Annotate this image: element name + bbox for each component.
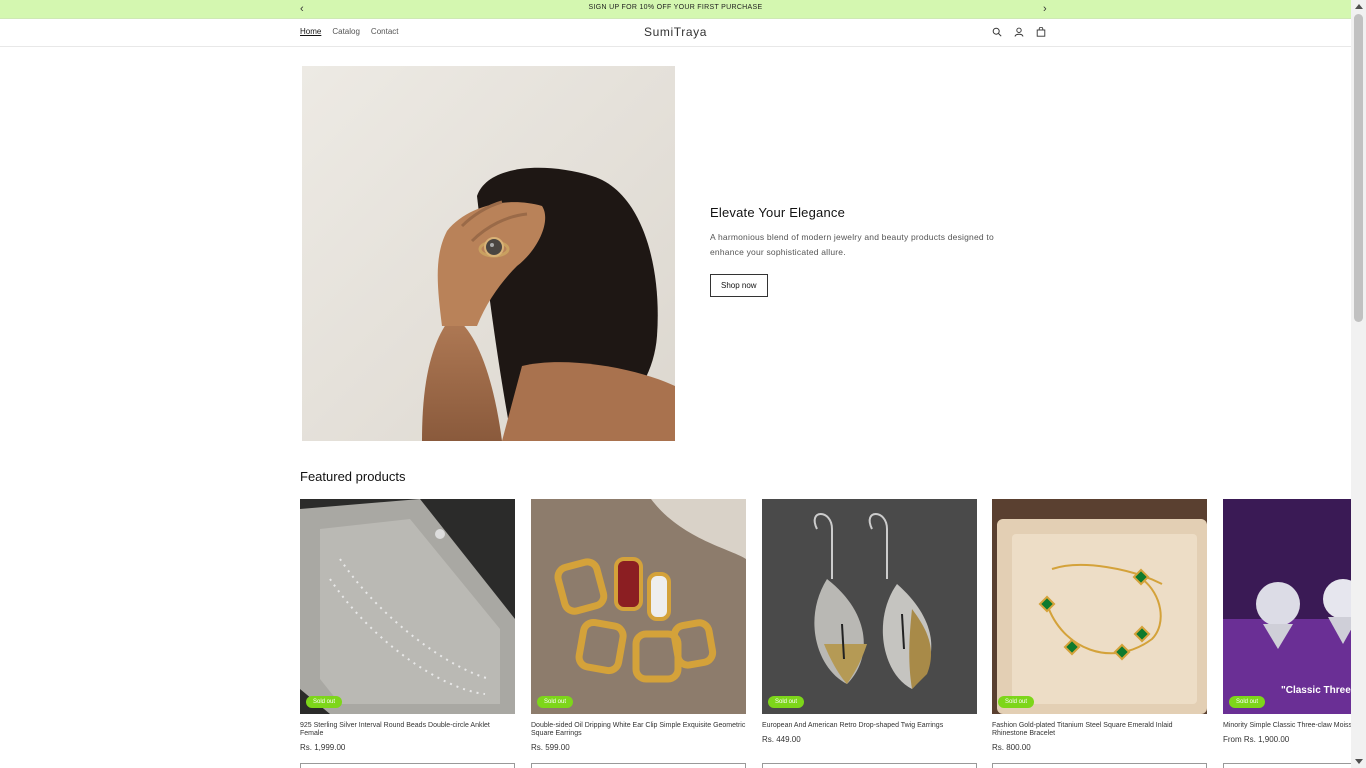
product-image[interactable]: Sold out: [762, 499, 977, 714]
scroll-up-arrow-icon[interactable]: [1355, 4, 1363, 9]
chevron-right-icon[interactable]: ›: [1043, 2, 1047, 16]
add-to-cart-button[interactable]: [762, 763, 977, 768]
product-card[interactable]: Sold out Double-sided Oil Dripping White…: [531, 499, 746, 768]
announcement-text: SIGN UP FOR 10% OFF YOUR FIRST PURCHASE: [588, 4, 763, 11]
hero-image: [302, 66, 675, 441]
sold-out-badge: Sold out: [768, 696, 805, 708]
sold-out-badge: Sold out: [1229, 696, 1266, 708]
product-title[interactable]: Double-sided Oil Dripping White Ear Clip…: [531, 722, 746, 738]
sold-out-badge: Sold out: [537, 696, 574, 708]
product-card[interactable]: Sold out European And American Retro Dro…: [762, 499, 977, 768]
site-header: Home Catalog Contact SumiTraya: [0, 19, 1351, 47]
product-image-caption: "Classic Three-: [1281, 685, 1351, 696]
announcement-bar: ‹ SIGN UP FOR 10% OFF YOUR FIRST PURCHAS…: [0, 0, 1351, 19]
sold-out-badge: Sold out: [306, 696, 343, 708]
product-price: From Rs. 1,900.00: [1223, 735, 1290, 744]
product-grid: Sold out 925 Sterling Silver Interval Ro…: [300, 499, 1351, 768]
add-to-cart-button[interactable]: [300, 763, 515, 768]
scrollbar-thumb[interactable]: [1354, 14, 1363, 322]
product-title[interactable]: European And American Retro Drop-shaped …: [762, 722, 977, 730]
sold-out-badge: Sold out: [998, 696, 1035, 708]
account-icon[interactable]: [1013, 26, 1025, 38]
product-price: Rs. 599.00: [531, 743, 570, 752]
shop-now-button[interactable]: Shop now: [710, 274, 768, 297]
search-icon[interactable]: [991, 26, 1003, 38]
product-card[interactable]: "Classic Three- Sold out Minority Simple…: [1223, 499, 1351, 768]
product-image[interactable]: Sold out: [300, 499, 515, 714]
product-image[interactable]: Sold out: [992, 499, 1207, 714]
header-icons: [991, 26, 1047, 38]
featured-products-heading: Featured products: [300, 469, 406, 484]
product-title[interactable]: Fashion Gold-plated Titanium Steel Squar…: [992, 722, 1207, 738]
product-title[interactable]: 925 Sterling Silver Interval Round Beads…: [300, 722, 515, 738]
product-image[interactable]: Sold out: [531, 499, 746, 714]
product-image[interactable]: "Classic Three- Sold out: [1223, 499, 1351, 714]
site-logo[interactable]: SumiTraya: [0, 25, 1351, 39]
page-scrollbar[interactable]: [1351, 0, 1366, 768]
product-card[interactable]: Sold out Fashion Gold-plated Titanium St…: [992, 499, 1207, 768]
product-card[interactable]: Sold out 925 Sterling Silver Interval Ro…: [300, 499, 515, 768]
add-to-cart-button[interactable]: [531, 763, 746, 768]
cart-icon[interactable]: [1035, 26, 1047, 38]
hero-content: Elevate Your Elegance A harmonious blend…: [710, 205, 1020, 297]
product-price: Rs. 1,999.00: [300, 743, 346, 752]
product-price: Rs. 800.00: [992, 743, 1031, 752]
product-price: Rs. 449.00: [762, 735, 801, 744]
product-title[interactable]: Minority Simple Classic Three-claw Moiss…: [1223, 722, 1351, 730]
add-to-cart-button[interactable]: [1223, 763, 1351, 768]
hero-description: A harmonious blend of modern jewelry and…: [710, 232, 994, 257]
add-to-cart-button[interactable]: [992, 763, 1207, 768]
hero-title: Elevate Your Elegance: [710, 205, 846, 220]
scroll-down-arrow-icon[interactable]: [1355, 759, 1363, 764]
